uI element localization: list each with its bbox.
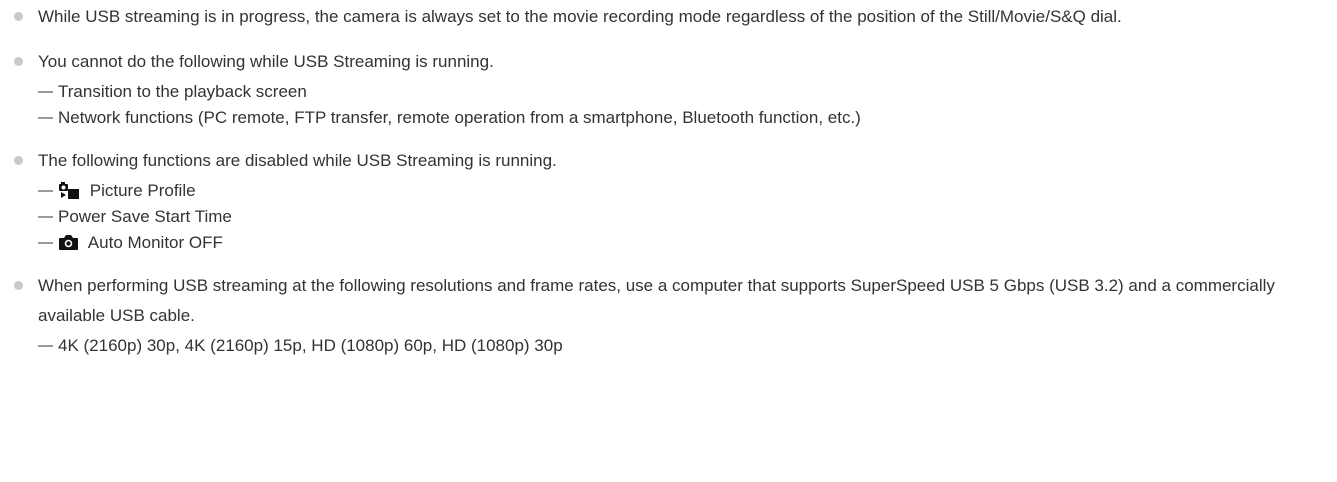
sub-item-label: Transition to the playback screen bbox=[58, 82, 307, 101]
note-text: When performing USB streaming at the fol… bbox=[38, 276, 1275, 325]
notes-list: While USB streaming is in progress, the … bbox=[0, 2, 1337, 359]
sub-item: Transition to the playback screen bbox=[38, 79, 1325, 105]
note-item-streaming-mode: While USB streaming is in progress, the … bbox=[0, 2, 1337, 32]
sub-item: 4K (2160p) 30p, 4K (2160p) 15p, HD (1080… bbox=[38, 333, 1325, 359]
bullet-icon bbox=[14, 57, 23, 66]
sub-item: Auto Monitor OFF bbox=[38, 230, 1325, 256]
note-item-superspeed-usb: When performing USB streaming at the fol… bbox=[0, 271, 1337, 359]
sub-item-label: Auto Monitor OFF bbox=[87, 233, 223, 252]
note-item-disabled-functions: The following functions are disabled whi… bbox=[0, 146, 1337, 256]
bullet-icon bbox=[14, 156, 23, 165]
sub-list: 4K (2160p) 30p, 4K (2160p) 15p, HD (1080… bbox=[38, 333, 1325, 359]
note-text: You cannot do the following while USB St… bbox=[38, 52, 494, 71]
picture-profile-icon bbox=[59, 182, 79, 199]
note-item-cannot-do: You cannot do the following while USB St… bbox=[0, 47, 1337, 131]
dash-icon bbox=[38, 242, 53, 244]
sub-item-label: Power Save Start Time bbox=[58, 207, 232, 226]
dash-icon bbox=[38, 216, 53, 218]
sub-item-label: 4K (2160p) 30p, 4K (2160p) 15p, HD (1080… bbox=[58, 336, 563, 355]
bullet-icon bbox=[14, 12, 23, 21]
sub-item: Power Save Start Time bbox=[38, 204, 1325, 230]
camera-icon bbox=[59, 235, 78, 250]
sub-item: Network functions (PC remote, FTP transf… bbox=[38, 105, 1325, 131]
note-text: The following functions are disabled whi… bbox=[38, 151, 557, 170]
sub-item-label: Picture Profile bbox=[89, 181, 196, 200]
sub-item-label: Network functions (PC remote, FTP transf… bbox=[58, 108, 861, 127]
dash-icon bbox=[38, 190, 53, 192]
bullet-icon bbox=[14, 281, 23, 290]
sub-item: Picture Profile bbox=[38, 178, 1325, 204]
sub-list: Picture Profile Power Save Start Time Au… bbox=[38, 178, 1325, 256]
sub-list: Transition to the playback screen Networ… bbox=[38, 79, 1325, 131]
note-text: While USB streaming is in progress, the … bbox=[38, 7, 1122, 26]
dash-icon bbox=[38, 345, 53, 347]
dash-icon bbox=[38, 117, 53, 119]
dash-icon bbox=[38, 91, 53, 93]
